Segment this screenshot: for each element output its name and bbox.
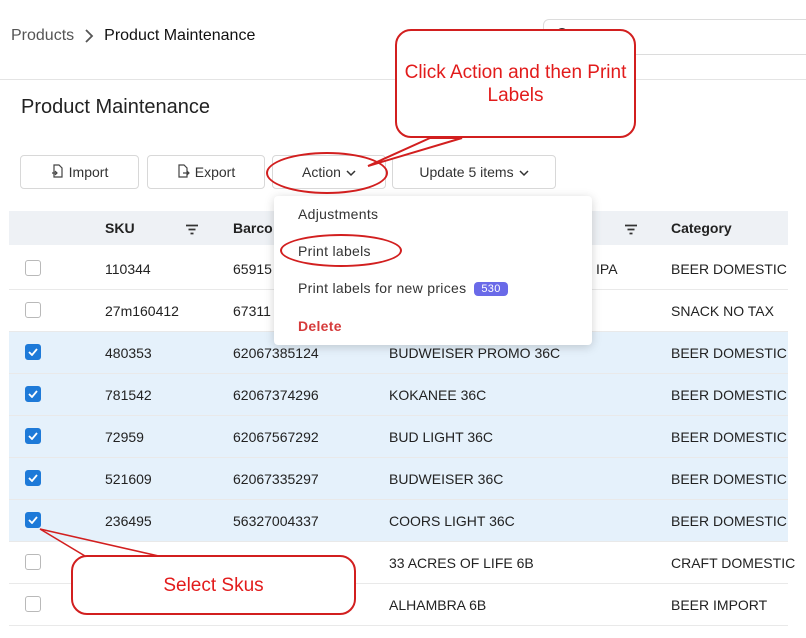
barcode-cell: 62067567292 [233,429,319,445]
filter-icon[interactable] [624,222,638,240]
row-checkbox[interactable] [25,344,41,360]
breadcrumb-products-link[interactable]: Products [11,27,74,45]
barcode-cell: 65915 [233,261,272,277]
column-header-sku[interactable]: SKU [105,220,135,236]
name-cell: KOKANEE 36C [389,387,487,403]
update-items-button[interactable]: Update 5 items [392,155,556,189]
print-labels-highlight-ring [280,234,402,267]
row-checkbox[interactable] [25,596,41,612]
action-callout: Click Action and then Print Labels [395,29,636,138]
sku-cell: 27m160412 [105,303,179,319]
menu-item-print-labels-new-prices-label: Print labels for new prices [298,280,467,296]
category-cell: BEER DOMESTIC [671,345,787,361]
menu-item-adjustments[interactable]: Adjustments [298,206,378,222]
breadcrumb: Products Product Maintenance [11,27,255,45]
export-icon [177,163,190,181]
chevron-right-icon [84,29,94,43]
category-cell: BEER DOMESTIC [671,261,787,277]
filter-icon[interactable] [185,222,199,240]
export-button[interactable]: Export [147,155,265,189]
export-label: Export [194,164,236,180]
table-row[interactable]: 236495 56327004337 COORS LIGHT 36C BEER … [9,500,788,542]
menu-item-delete[interactable]: Delete [298,318,342,334]
row-checkbox[interactable] [25,302,41,318]
barcode-cell: 67311 [233,303,271,319]
breadcrumb-current: Product Maintenance [104,27,256,44]
name-cell: IPA [596,261,618,277]
name-cell: BUDWEISER 36C [389,471,504,487]
column-header-category[interactable]: Category [671,220,732,236]
name-cell: ALHAMBRA 6B [389,597,487,613]
table-row[interactable]: 521609 62067335297 BUDWEISER 36C BEER DO… [9,458,788,500]
sku-cell: 72959 [105,429,144,445]
row-checkbox[interactable] [25,260,41,276]
name-cell: 33 ACRES OF LIFE 6B [389,555,534,571]
sku-cell: 781542 [105,387,152,403]
name-cell: BUDWEISER PROMO 36C [389,345,561,361]
page-title: Product Maintenance [21,96,211,118]
category-cell: BEER DOMESTIC [671,429,787,445]
action-menu: Adjustments Print labels Print labels fo… [274,196,592,345]
barcode-cell: 62067385124 [233,345,319,361]
import-icon [51,163,64,181]
category-cell: BEER DOMESTIC [671,513,787,529]
row-checkbox[interactable] [25,428,41,444]
new-prices-count-badge: 530 [474,282,508,296]
category-cell: BEER DOMESTIC [671,387,787,403]
sku-cell: 480353 [105,345,152,361]
sku-cell: 521609 [105,471,152,487]
table-row[interactable]: 72959 62067567292 BUD LIGHT 36C BEER DOM… [9,416,788,458]
chevron-down-icon [519,164,529,180]
category-cell: CRAFT DOMESTIC [671,555,796,571]
barcode-cell: 62067374296 [233,387,319,403]
name-cell: BUD LIGHT 36C [389,429,493,445]
category-cell: BEER DOMESTIC [671,471,787,487]
table-row[interactable]: 781542 62067374296 KOKANEE 36C BEER DOME… [9,374,788,416]
barcode-cell: 62067335297 [233,471,319,487]
sku-cell: 236495 [105,513,152,529]
row-checkbox[interactable] [25,512,41,528]
sku-cell: 110344 [105,261,151,277]
action-highlight-ring [266,152,388,194]
row-checkbox[interactable] [25,386,41,402]
row-checkbox[interactable] [25,554,41,570]
category-cell: SNACK NO TAX [671,303,774,319]
row-checkbox[interactable] [25,470,41,486]
import-label: Import [68,164,109,180]
menu-item-print-labels-new-prices[interactable]: Print labels for new prices 530 [298,280,508,296]
column-header-barcode[interactable]: Barco [233,220,273,236]
barcode-cell: 56327004337 [233,513,319,529]
category-cell: BEER IMPORT [671,597,768,613]
import-button[interactable]: Import [20,155,139,189]
sku-callout: Select Skus [71,555,356,615]
name-cell: COORS LIGHT 36C [389,513,515,529]
update-items-label: Update 5 items [419,164,514,180]
